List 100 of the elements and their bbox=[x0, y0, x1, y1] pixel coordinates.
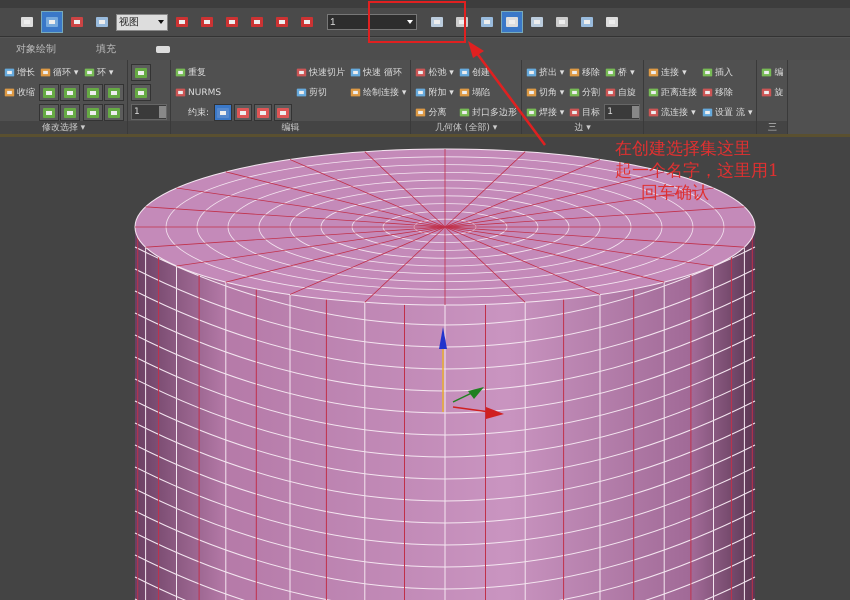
ribbon-button[interactable]: 快速切片 bbox=[295, 64, 346, 81]
ribbon-button[interactable]: 切角 ▾ bbox=[524, 84, 566, 101]
tool-icon bbox=[530, 15, 544, 29]
ribbon-button[interactable]: 封口多边形 bbox=[458, 104, 518, 121]
spinner-arrows-icon bbox=[159, 106, 166, 118]
spinner-field[interactable]: 1 bbox=[604, 104, 640, 120]
ribbon-button[interactable]: NURMS bbox=[174, 84, 292, 101]
ribbon-button[interactable]: 桥 ▾ bbox=[604, 64, 640, 81]
ribbon-button[interactable]: 设置 流 ▾ bbox=[701, 104, 754, 121]
ribbon-button[interactable]: 松弛 ▾ bbox=[414, 64, 455, 81]
tool-icon bbox=[20, 15, 34, 29]
tool-icon bbox=[702, 87, 714, 98]
view-dropdown[interactable]: 视图 bbox=[116, 14, 168, 30]
ribbon-button[interactable]: 循环 ▾ bbox=[39, 64, 80, 81]
icon-button[interactable] bbox=[131, 84, 151, 101]
ribbon-button[interactable]: 绘制连接 ▾ bbox=[349, 84, 408, 101]
tool-icon bbox=[107, 86, 121, 100]
tool-icon bbox=[86, 106, 100, 120]
selection-set-dropdown[interactable]: 1 bbox=[327, 14, 417, 30]
tool-icon bbox=[505, 15, 519, 29]
ribbon-button[interactable]: 焊接 ▾ bbox=[524, 104, 566, 121]
tool-icon bbox=[648, 67, 660, 78]
ribbon-button[interactable]: 移除 bbox=[568, 64, 602, 81]
panel-title[interactable]: 编辑 bbox=[282, 121, 300, 134]
tool-icon bbox=[415, 87, 426, 98]
tool-icon bbox=[580, 15, 594, 29]
tool-icon bbox=[526, 107, 537, 118]
icon-button[interactable] bbox=[83, 84, 103, 101]
tool-icon bbox=[70, 15, 84, 29]
ribbon-button[interactable]: 自旋 bbox=[604, 84, 640, 101]
ribbon-button[interactable]: 连接 ▾ bbox=[647, 64, 698, 81]
tool-icon bbox=[605, 67, 616, 78]
tool-icon bbox=[605, 15, 619, 29]
caret-icon bbox=[158, 20, 164, 24]
toolbar-button[interactable] bbox=[41, 11, 63, 33]
dropdown-value: 视图 bbox=[118, 16, 140, 29]
transform-gizmo-icon[interactable] bbox=[439, 327, 504, 419]
tool-icon bbox=[605, 87, 616, 98]
ribbon-tab[interactable]: 对象绘制 bbox=[16, 42, 56, 56]
constraint-button[interactable] bbox=[214, 104, 232, 121]
tool-icon bbox=[569, 107, 580, 118]
tool-icon bbox=[761, 87, 772, 98]
eye-icon[interactable] bbox=[156, 46, 170, 52]
ribbon-button[interactable]: 挤出 ▾ bbox=[524, 64, 566, 81]
tool-icon bbox=[569, 87, 580, 98]
tool-icon bbox=[63, 106, 77, 120]
panel-title[interactable]: 几何体 (全部) ▾ bbox=[435, 121, 498, 134]
tool-icon bbox=[350, 67, 362, 78]
icon-button[interactable] bbox=[131, 64, 151, 81]
tool-icon bbox=[84, 67, 95, 78]
tool-icon bbox=[350, 87, 362, 98]
toolbar-button[interactable] bbox=[501, 11, 523, 33]
ribbon-button[interactable]: 移除 bbox=[701, 84, 754, 101]
constraint-button[interactable] bbox=[274, 104, 292, 121]
ribbon-button[interactable]: 重复 bbox=[174, 64, 292, 81]
ribbon-button[interactable]: 塌陷 bbox=[458, 84, 518, 101]
panel-title[interactable]: 修改选择 ▾ bbox=[42, 121, 86, 134]
icon-button[interactable] bbox=[39, 84, 59, 101]
ribbon-button[interactable]: 附加 ▾ bbox=[414, 84, 455, 101]
constraint-label: 约束: bbox=[187, 106, 210, 119]
ribbon-button[interactable]: 快速 循环 bbox=[349, 64, 408, 81]
ribbon-button[interactable]: 旋 bbox=[760, 84, 784, 101]
icon-button[interactable] bbox=[104, 104, 124, 121]
tool-icon bbox=[648, 107, 660, 118]
ribbon-button[interactable]: 流连接 ▾ bbox=[647, 104, 698, 121]
icon-button[interactable] bbox=[104, 84, 124, 101]
icon-button[interactable] bbox=[60, 84, 80, 101]
tool-icon bbox=[526, 87, 537, 98]
ribbon-button[interactable]: 目标 bbox=[568, 104, 602, 121]
ribbon-button[interactable]: 收缩 bbox=[3, 84, 36, 101]
spinner-arrows-icon bbox=[632, 106, 640, 118]
ribbon-button[interactable]: 分离 bbox=[414, 104, 455, 121]
ribbon-button[interactable]: 环 ▾ bbox=[83, 64, 124, 81]
tool-icon bbox=[702, 107, 714, 118]
icon-button[interactable] bbox=[83, 104, 103, 121]
ribbon-tab[interactable]: 填充 bbox=[96, 42, 116, 56]
tool-icon bbox=[95, 15, 109, 29]
tool-icon bbox=[134, 86, 148, 100]
tool-icon bbox=[702, 67, 714, 78]
spinner-field[interactable]: 1 bbox=[131, 104, 167, 120]
icon-button[interactable] bbox=[60, 104, 80, 121]
tool-icon bbox=[480, 15, 494, 29]
ribbon-button[interactable]: 插入 bbox=[701, 64, 754, 81]
tool-icon bbox=[761, 67, 772, 78]
tool-icon bbox=[415, 107, 426, 118]
tool-icon bbox=[4, 67, 15, 78]
ribbon-button[interactable]: 距离连接 bbox=[647, 84, 698, 101]
ribbon-button[interactable]: 编 bbox=[760, 64, 784, 81]
constraint-button[interactable] bbox=[234, 104, 252, 121]
tool-icon bbox=[458, 87, 470, 98]
icon-button[interactable] bbox=[39, 104, 59, 121]
panel-title[interactable]: 边 ▾ bbox=[574, 121, 591, 134]
ribbon-button[interactable]: 增长 bbox=[3, 64, 36, 81]
tool-icon bbox=[107, 106, 121, 120]
tool-icon bbox=[175, 67, 186, 78]
tool-icon bbox=[415, 67, 426, 78]
ribbon-button[interactable]: 分割 bbox=[568, 84, 602, 101]
constraint-button[interactable] bbox=[254, 104, 272, 121]
ribbon-button[interactable]: 剪切 bbox=[295, 84, 346, 101]
panel-title[interactable]: 三 bbox=[768, 121, 777, 134]
